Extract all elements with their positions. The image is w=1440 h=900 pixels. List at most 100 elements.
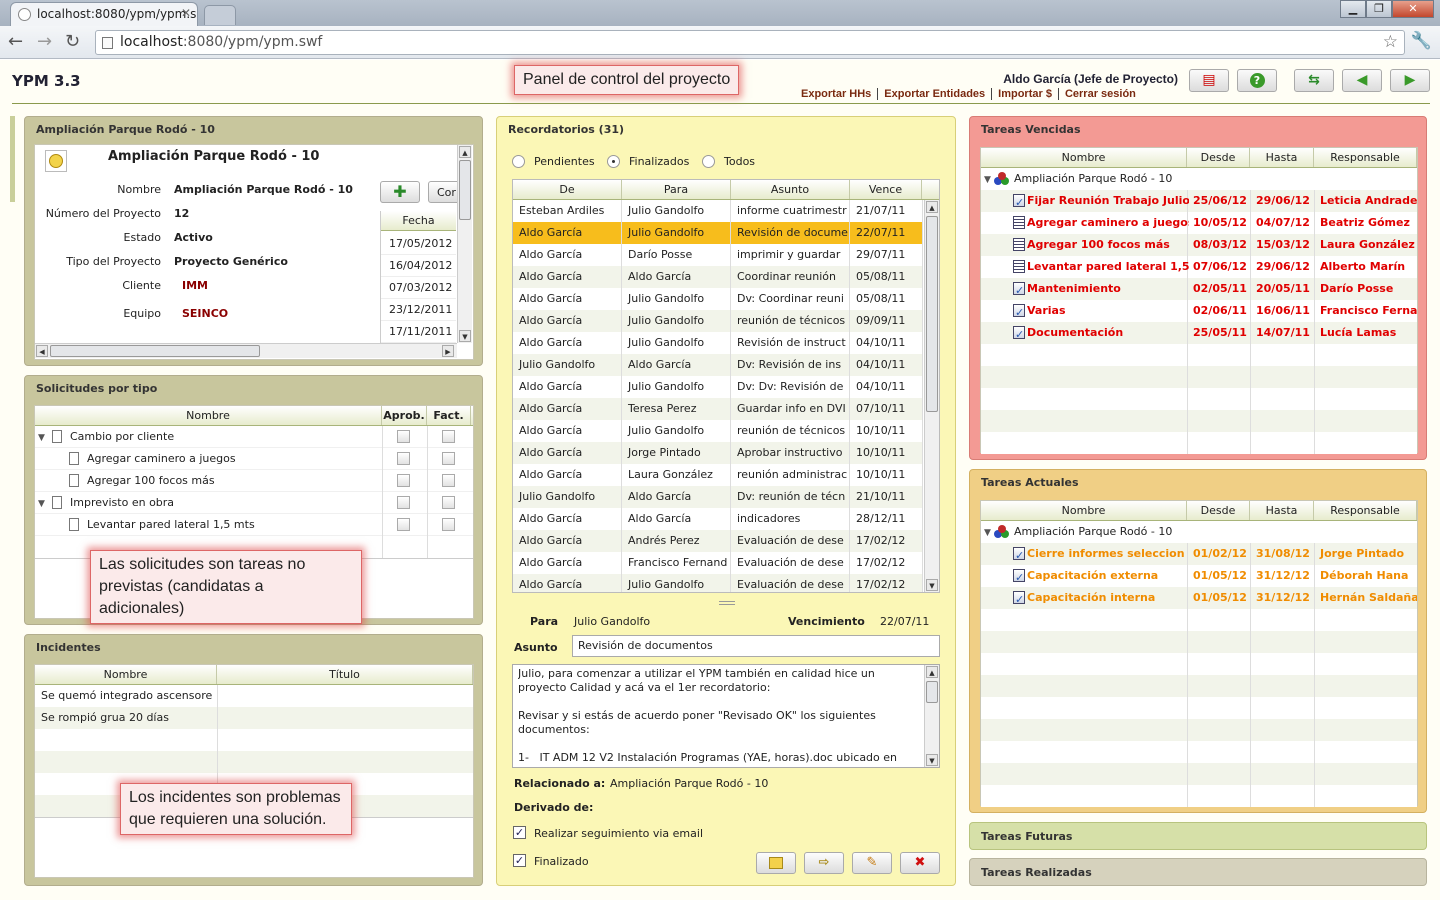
tarea-row[interactable] [981,609,1417,631]
mensaje-vscroll[interactable]: ▲ ▼ [924,665,939,767]
tarea-row[interactable]: ✓ Mantenimiento 02/05/11 20/05/11 Darío Poss… [981,278,1417,300]
recordatorios-vscroll[interactable]: ▲ ▼ [924,200,939,592]
scroll-up-icon[interactable]: ▲ [926,201,938,213]
recordatorio-row[interactable]: Aldo García Aldo García Coordinar reunión 0… [513,266,923,288]
col-nombre[interactable]: Nombre [981,501,1187,520]
tarea-row[interactable] [981,675,1417,697]
tarea-row[interactable]: ✓ Fijar Reunión Trabajo Julio 25/06/12 29/0… [981,190,1417,212]
filter-radio[interactable] [607,155,620,168]
asunto-input[interactable]: Revisión de documentos [572,635,940,657]
recordatorio-row[interactable]: Aldo García Julio Gandolfo reunión de técn… [513,420,923,442]
project-hscroll[interactable]: ◀ ▶ [35,343,457,358]
aprob-checkbox[interactable] [397,496,410,509]
splitter-handle[interactable] [719,601,735,605]
forward-icon[interactable]: → [37,31,52,52]
col-de[interactable]: De [513,180,622,199]
address-bar[interactable]: localhost:8080/ypm/ypm.swf ☆ [95,30,1405,55]
col-responsable[interactable]: Responsable [1314,148,1417,167]
fact-checkbox[interactable] [442,474,455,487]
fact-checkbox[interactable] [442,452,455,465]
hscroll-thumb[interactable] [50,345,260,357]
scroll-up-icon[interactable]: ▲ [459,146,471,158]
recordatorio-row[interactable]: Aldo García Julio Gandolfo Dv: Dv: Revisió… [513,376,923,398]
recordatorio-row[interactable]: Aldo García Julio Gandolfo reunión de técn… [513,310,923,332]
minimize-icon[interactable]: ▁ [1340,0,1366,18]
edit-button[interactable]: ✎ [852,852,892,874]
col-responsable[interactable]: Responsable [1314,501,1417,520]
scroll-up-icon[interactable]: ▲ [926,666,938,678]
expand-triangle-icon[interactable]: ▼ [984,522,991,543]
table-row[interactable]: Se rompió grua 20 días [35,707,473,729]
recordatorio-row[interactable]: Julio Gandolfo Aldo García Dv: Revisión de… [513,354,923,376]
col-titulo[interactable]: Título [217,665,473,684]
col-nombre[interactable]: Nombre [35,406,382,425]
col-asunto[interactable]: Asunto [731,180,850,199]
relacionado-value[interactable]: Ampliación Parque Rodó - 10 [610,777,768,790]
add-button[interactable]: ✚ [380,181,420,203]
export-hhs-link[interactable]: Exportar HHs [801,88,879,100]
tarea-row[interactable] [981,653,1417,675]
fact-checkbox[interactable] [442,430,455,443]
tarea-row[interactable] [981,785,1417,807]
table-row[interactable]: ▼ Cambio por cliente [35,426,473,448]
recordatorio-row[interactable]: Aldo García Darío Posse imprimir y guardar… [513,244,923,266]
col-para[interactable]: Para [622,180,731,199]
recordatorio-row[interactable]: Aldo García Julio Gandolfo Evaluación de d… [513,574,923,592]
project-row[interactable]: ▼ Ampliación Parque Rodó - 10 [981,521,1417,543]
forward-note-button[interactable]: ⇨ [804,852,844,874]
recordatorio-row[interactable]: Esteban Ardiles Julio Gandolfo informe cua… [513,200,923,222]
expand-triangle-icon[interactable]: ▼ [38,493,45,513]
recordatorio-row[interactable]: Julio Gandolfo Aldo García Dv: reunión de … [513,486,923,508]
recordatorio-row[interactable]: Aldo García Laura González reunión adminis… [513,464,923,486]
tarea-row[interactable]: ✓ Documentación 25/05/11 14/07/11 Lucía Lama… [981,322,1417,344]
recordatorio-row[interactable]: Aldo García Andrés Perez Evaluación de des… [513,530,923,552]
project-row[interactable]: ▼ Ampliación Parque Rodó - 10 [981,168,1417,190]
tarea-row[interactable]: ✓ Capacitación interna 01/05/12 31/12/12 Her… [981,587,1417,609]
pdf-button[interactable]: ▤ [1189,69,1229,92]
new-note-button[interactable] [756,852,796,874]
close-tab-icon[interactable]: ✕ [181,6,191,20]
tarea-row[interactable] [981,741,1417,763]
tarea-row[interactable]: Agregar caminero a juegos 10/05/12 04/07/1… [981,212,1417,234]
mensaje-textarea[interactable]: Julio, para comenzar a utilizar el YPM t… [512,664,940,768]
fecha-row[interactable]: 23/12/2011 [381,299,456,321]
scroll-right-icon[interactable]: ▶ [442,345,454,357]
table-row[interactable] [35,729,473,751]
wrench-icon[interactable]: 🔧 [1411,31,1432,51]
export-entities-link[interactable]: Exportar Entidades [878,88,993,100]
scroll-down-icon[interactable]: ▼ [926,579,938,591]
recordatorio-row[interactable]: Aldo García Jorge Pintado Aprobar instruct… [513,442,923,464]
col-vence[interactable]: Vence [850,180,922,199]
fecha-row[interactable]: 16/04/2012 [381,255,456,277]
col-hasta[interactable]: Hasta [1250,148,1314,167]
cor-button[interactable]: Cor [428,181,460,203]
finalizado-checkbox[interactable]: ✓ [513,854,526,867]
recordatorio-row[interactable]: Aldo García Aldo García indicadores 28/12/1… [513,508,923,530]
table-row[interactable] [35,751,473,773]
fecha-row[interactable]: 07/03/2012 [381,277,456,299]
tarea-row[interactable]: ✓ Varias 02/06/11 16/06/11 Francisco Fernar [981,300,1417,322]
tarea-row[interactable]: Agregar 100 focos más 08/03/12 15/03/12 Lau… [981,234,1417,256]
scroll-down-icon[interactable]: ▼ [926,754,938,766]
col-hasta[interactable]: Hasta [1250,501,1314,520]
tarea-row[interactable] [981,697,1417,719]
browser-tab[interactable]: localhost:8080/ypm/ypm.s ✕ [10,2,198,26]
fecha-row[interactable]: 17/11/2011 [381,321,456,343]
help-button[interactable]: ? [1237,69,1277,92]
fact-checkbox[interactable] [442,496,455,509]
delete-button[interactable]: ✖ [900,852,940,874]
bookmark-star-icon[interactable]: ☆ [1383,32,1398,52]
project-vscroll[interactable]: ▲ ▼ [457,145,472,343]
aprob-checkbox[interactable] [397,452,410,465]
aprob-checkbox[interactable] [397,518,410,531]
filter-radio[interactable] [512,155,525,168]
filter-radio[interactable] [702,155,715,168]
col-aprob[interactable]: Aprob. [382,406,427,425]
import-link[interactable]: Importar $ [992,88,1059,100]
col-desde[interactable]: Desde [1187,501,1250,520]
close-window-icon[interactable]: ✕ [1392,0,1434,18]
logout-link[interactable]: Cerrar sesión [1059,88,1142,100]
recordatorio-row[interactable]: Aldo García Teresa Perez Guardar info en D… [513,398,923,420]
col-nombre[interactable]: Nombre [35,665,217,684]
tarea-row[interactable] [981,410,1417,432]
